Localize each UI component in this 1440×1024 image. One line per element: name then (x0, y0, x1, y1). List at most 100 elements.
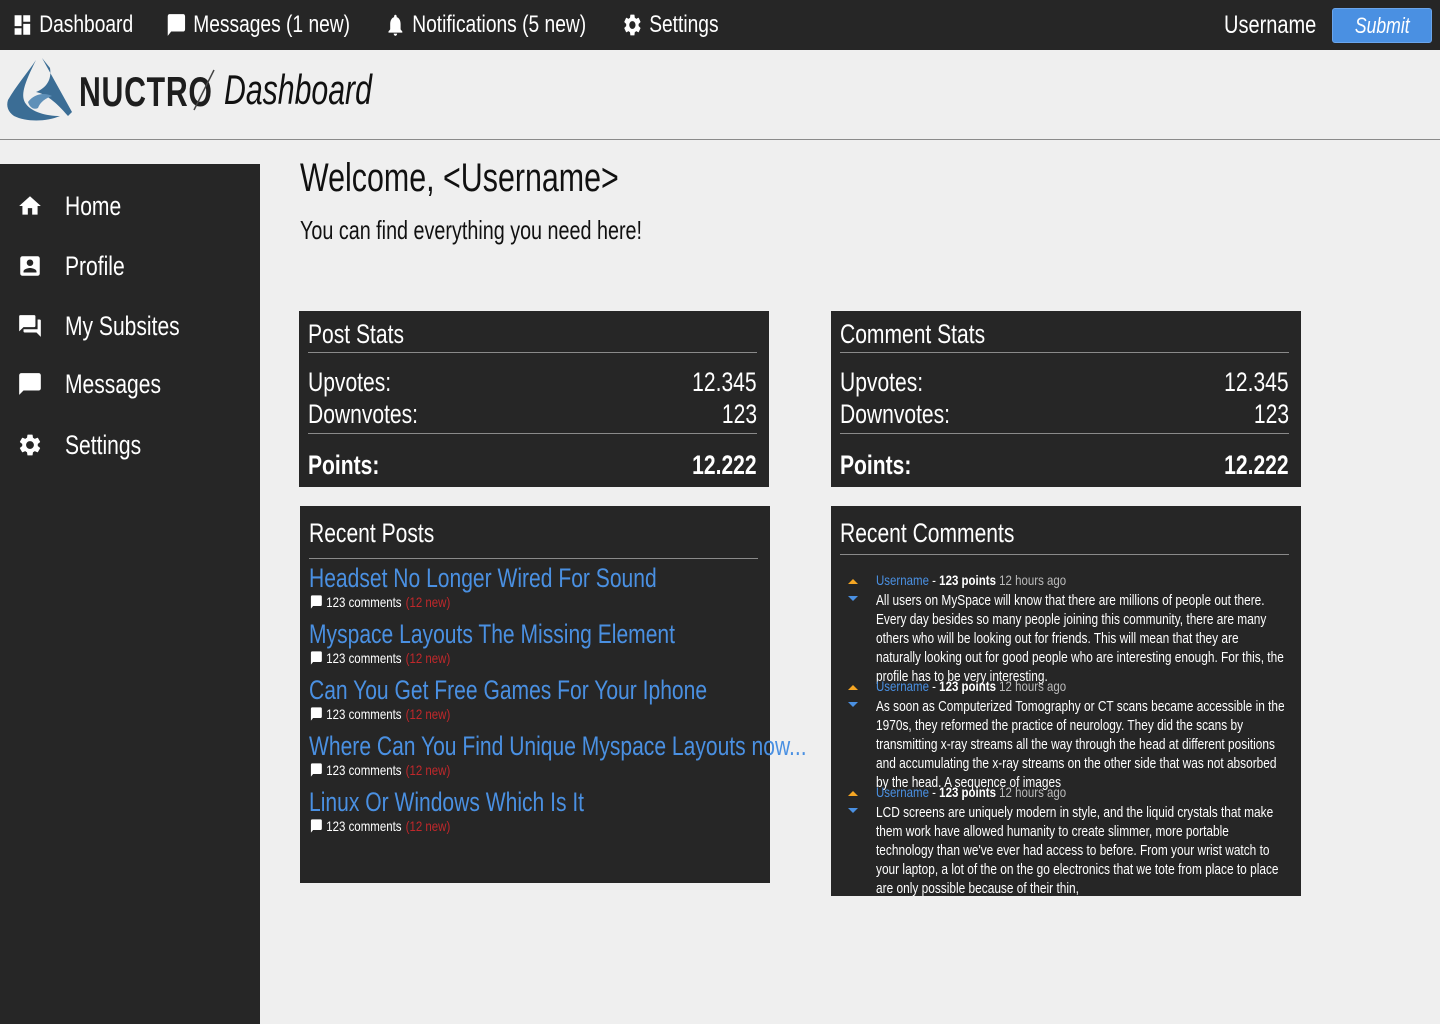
points-label: Points: (840, 450, 912, 480)
list-item: Can You Get Free Games For Your Iphone 1… (309, 674, 749, 730)
gear-icon (19, 434, 41, 456)
comment-text: All users on MySpace will know that ther… (876, 593, 1284, 685)
new-count: (12 new) (405, 818, 451, 834)
post-title-link[interactable]: Where Can You Find Unique Myspace Layout… (309, 730, 807, 762)
comment-author-link[interactable]: Username (876, 678, 929, 694)
new-count: (12 new) (405, 762, 451, 778)
upvote-arrow-icon[interactable] (845, 682, 861, 692)
list-item: Username - 123 points 12 hours ago As so… (845, 678, 1295, 791)
topnav-notifications-label: Notifications (5 new) (412, 11, 587, 38)
downvotes-label: Downvotes: (840, 399, 951, 429)
sidebar-item-label: Home (65, 190, 122, 221)
new-count: (12 new) (405, 650, 451, 666)
list-item: Myspace Layouts The Missing Element 123 … (309, 618, 749, 674)
divider (840, 352, 1289, 353)
forum-icon (19, 315, 41, 337)
list-item: Where Can You Find Unique Myspace Layout… (309, 730, 807, 786)
topnav-notifications[interactable]: Notifications (5 new) (385, 0, 586, 50)
submit-button[interactable]: Submit (1332, 8, 1432, 43)
comment-author-link[interactable]: Username (876, 784, 929, 800)
divider (309, 558, 758, 559)
downvote-arrow-icon[interactable] (845, 700, 861, 710)
comment-timestamp: 12 hours ago (999, 784, 1067, 800)
points-value: 12.222 (692, 450, 757, 480)
comment-header: Username - 123 points 12 hours ago (876, 784, 1066, 800)
post-title-link[interactable]: Can You Get Free Games For Your Iphone (309, 674, 707, 706)
top-navigation-bar: Dashboard Messages (1 new) Notifications… (0, 0, 1440, 50)
comment-points: 123 points (939, 572, 996, 588)
comment-points: 123 points (939, 678, 996, 694)
panel-title: Recent Comments (840, 518, 1015, 548)
sidebar: Home Profile My Subsites Messages Settin… (0, 164, 260, 1024)
comment-count: 123 comments (326, 650, 402, 666)
sidebar-item-my-subsites[interactable]: My Subsites (0, 301, 260, 351)
post-meta: 123 comments (12 new) (309, 650, 670, 666)
nuctro-logo-icon[interactable] (6, 56, 74, 122)
panel-title: Recent Posts (309, 518, 435, 548)
points-label: Points: (308, 450, 380, 480)
top-username[interactable]: Username (1224, 0, 1316, 50)
sidebar-item-label: My Subsites (65, 310, 180, 341)
upvotes-label: Upvotes: (840, 367, 924, 397)
comment-header: Username - 123 points 12 hours ago (876, 678, 1066, 694)
new-count: (12 new) (405, 594, 451, 610)
divider (308, 433, 757, 434)
comment-icon (310, 819, 322, 833)
page-header: NUCTRO Dashboard (0, 50, 1440, 140)
comment-icon (310, 651, 322, 665)
upvotes-value: 12.345 (692, 367, 757, 397)
comment-timestamp: 12 hours ago (999, 678, 1067, 694)
downvotes-row: Downvotes: 123 (308, 399, 757, 431)
topnav-messages[interactable]: Messages (1 new) (166, 0, 350, 50)
panel-title: Post Stats (308, 319, 404, 349)
upvotes-value: 12.345 (1224, 367, 1289, 397)
post-title-link[interactable]: Myspace Layouts The Missing Element (309, 618, 675, 650)
sidebar-item-home[interactable]: Home (0, 181, 260, 231)
dashboard-icon (14, 15, 31, 35)
downvotes-value: 123 (721, 399, 757, 429)
comment-author-link[interactable]: Username (876, 572, 929, 588)
topnav-dashboard-label: Dashboard (39, 11, 134, 38)
bell-icon (388, 14, 403, 36)
downvote-arrow-icon[interactable] (845, 806, 861, 816)
comment-count: 123 comments (326, 762, 402, 778)
upvote-arrow-icon[interactable] (845, 788, 861, 798)
new-count: (12 new) (405, 706, 451, 722)
topnav-messages-label: Messages (1 new) (193, 11, 351, 38)
sidebar-item-label: Settings (65, 429, 142, 460)
points-row: Points: 12.222 (308, 450, 757, 482)
topnav-dashboard[interactable]: Dashboard (12, 0, 133, 50)
breadcrumb-separator (193, 69, 215, 111)
comment-header: Username - 123 points 12 hours ago (876, 572, 1066, 588)
topnav-settings[interactable]: Settings (622, 0, 719, 50)
post-stats-panel: Post Stats Upvotes: 12.345 Downvotes: 12… (299, 311, 769, 487)
post-title-link[interactable]: Headset No Longer Wired For Sound (309, 562, 657, 594)
welcome-subtitle: You can find everything you need here! (300, 215, 643, 245)
message-icon (19, 373, 41, 395)
post-title-link[interactable]: Linux Or Windows Which Is It (309, 786, 652, 818)
recent-comments-panel: Recent Comments Username - 123 points 12… (831, 506, 1301, 897)
list-item: Username - 123 points 12 hours ago All u… (845, 572, 1295, 685)
downvote-arrow-icon[interactable] (845, 594, 861, 604)
upvotes-row: Upvotes: 12.345 (308, 367, 757, 399)
breadcrumb-page-title: Dashboard (224, 66, 372, 113)
comment-text: As soon as Computerized Tomography or CT… (876, 699, 1285, 791)
downvotes-label: Downvotes: (308, 399, 419, 429)
sidebar-item-label: Messages (65, 368, 161, 399)
comment-timestamp: 12 hours ago (999, 572, 1067, 588)
submit-button-label: Submit (1354, 12, 1410, 38)
list-item: Username - 123 points 12 hours ago LCD s… (845, 784, 1295, 897)
separator: - (928, 572, 940, 588)
points-row: Points: 12.222 (840, 450, 1289, 482)
upvote-arrow-icon[interactable] (845, 576, 861, 586)
sidebar-item-settings[interactable]: Settings (0, 420, 260, 470)
comment-count: 123 comments (326, 706, 402, 722)
divider (840, 433, 1289, 434)
recent-posts-panel: Recent Posts Headset No Longer Wired For… (300, 506, 807, 883)
sidebar-item-profile[interactable]: Profile (0, 241, 260, 291)
sidebar-item-messages[interactable]: Messages (0, 359, 260, 409)
gear-icon (624, 14, 641, 36)
comment-icon (310, 763, 322, 777)
divider (840, 554, 1289, 555)
comment-count: 123 comments (326, 818, 402, 834)
